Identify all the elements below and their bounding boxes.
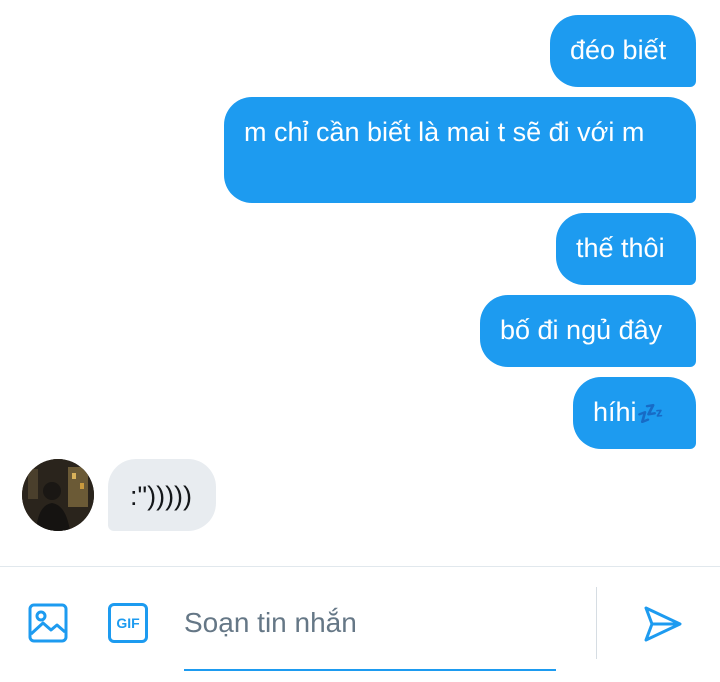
outgoing-message-bubble[interactable]: híhi💤 bbox=[573, 377, 696, 449]
add-gif-button[interactable]: GIF bbox=[107, 602, 149, 644]
message-input-underline bbox=[184, 669, 556, 671]
contact-avatar[interactable] bbox=[22, 459, 94, 531]
zzz-emoji: 💤 bbox=[636, 401, 664, 426]
message-text: híhi bbox=[593, 397, 637, 427]
composer-separator bbox=[596, 587, 597, 659]
outgoing-message-bubble[interactable]: m chỉ cần biết là mai t sẽ đi với m bbox=[224, 97, 696, 203]
message-text: m chỉ cần biết là mai t sẽ đi với m bbox=[244, 117, 645, 147]
message-text: thế thôi bbox=[576, 233, 665, 263]
message-text: bố đi ngủ đây bbox=[500, 315, 663, 345]
gif-icon: GIF bbox=[108, 603, 148, 643]
message-composer: GIF Soạn tin nhắn bbox=[0, 567, 720, 682]
message-text: :"))))) bbox=[130, 481, 193, 511]
image-icon bbox=[28, 603, 68, 643]
outgoing-message-bubble[interactable]: bố đi ngủ đây bbox=[480, 295, 696, 367]
send-icon bbox=[644, 606, 682, 642]
incoming-message-bubble[interactable]: :"))))) bbox=[108, 459, 216, 531]
add-photo-button[interactable] bbox=[26, 601, 70, 645]
outgoing-message-bubble[interactable]: thế thôi bbox=[556, 213, 696, 285]
avatar-photo bbox=[22, 459, 94, 531]
outgoing-message-bubble[interactable]: đéo biết bbox=[550, 15, 696, 87]
send-button[interactable] bbox=[640, 601, 686, 647]
message-input[interactable]: Soạn tin nhắn bbox=[184, 605, 556, 641]
message-text: đéo biết bbox=[570, 35, 667, 65]
